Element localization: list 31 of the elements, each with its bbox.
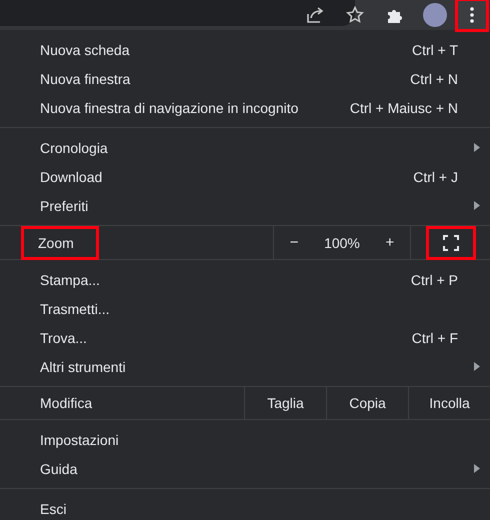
menu-item[interactable]: Altri strumenti (0, 352, 490, 381)
menu-item[interactable]: Esci (0, 494, 490, 520)
submenu-arrow-icon (474, 362, 480, 371)
submenu-arrow-icon (474, 143, 480, 152)
zoom-level: 100% (324, 234, 360, 250)
edit-action-button[interactable]: Incolla (408, 387, 490, 419)
menu-item[interactable]: Stampa... Ctrl + P (0, 265, 490, 294)
menu-button[interactable] (458, 1, 486, 29)
edit-action-button[interactable]: Copia (326, 387, 408, 419)
menu-item[interactable]: Nuova finestra di navigazione in incognito Ctrl + Maiusc + N (0, 93, 490, 122)
submenu-arrow-icon (474, 464, 480, 473)
edit-action-button[interactable]: Taglia (244, 387, 326, 419)
menu-item[interactable]: Impostazioni (0, 425, 490, 454)
share-icon (305, 6, 325, 24)
star-icon (346, 6, 364, 24)
zoom-in-button[interactable]: + (379, 230, 400, 255)
zoom-label: Zoom (24, 228, 96, 256)
avatar[interactable] (423, 3, 447, 27)
zoom-out-button[interactable]: − (284, 230, 305, 255)
menu-item[interactable]: Download Ctrl + J (0, 162, 490, 191)
menu-item[interactable]: Preferiti (0, 191, 490, 220)
menu-icon (470, 7, 474, 23)
submenu-arrow-icon (474, 201, 480, 210)
fullscreen-icon (442, 234, 458, 250)
menu-item[interactable]: Trova... Ctrl + F (0, 323, 490, 352)
menu-item[interactable]: Nuova scheda Ctrl + T (0, 35, 490, 64)
edit-label: Modifica (40, 395, 92, 411)
menu-item[interactable]: Trasmetti... (0, 294, 490, 323)
menu-item[interactable]: Nuova finestra Ctrl + N (0, 64, 490, 93)
menu-item[interactable]: Guida (0, 454, 490, 483)
menu-item[interactable]: Cronologia (0, 133, 490, 162)
